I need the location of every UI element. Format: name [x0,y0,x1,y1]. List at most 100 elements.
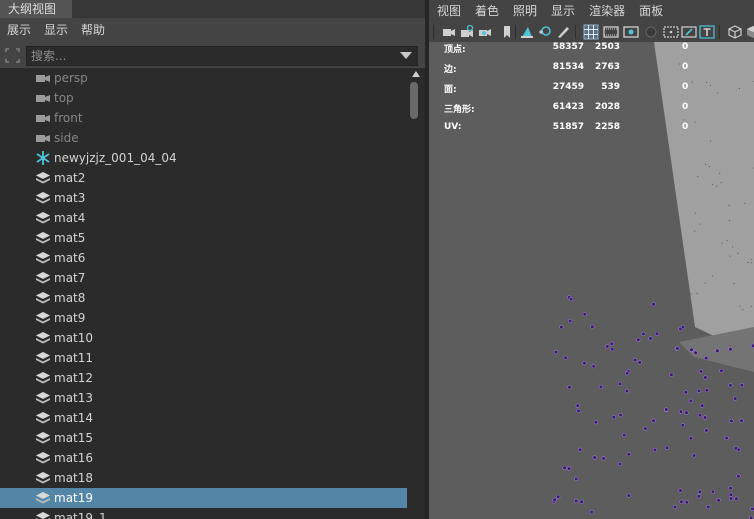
outliner-item[interactable]: mat8 [0,288,407,308]
scroll-up-arrow-icon[interactable] [412,71,420,77]
vertex-dot [697,413,703,418]
vertex-dot [664,407,669,412]
menu-panels[interactable]: 面板 [631,0,669,22]
outliner-item[interactable]: mat2 [0,168,407,188]
hud-row: 顶点: 58357 2503 0 [429,42,754,62]
outliner-item[interactable]: mat7 [0,268,407,288]
menu-show[interactable]: 显示 [37,18,74,42]
plane-speck [704,282,706,284]
scroll-thumb[interactable] [410,82,418,119]
outliner-tab[interactable]: 大纲视图 [0,0,72,18]
plane-speck [726,239,728,241]
pan-zoom-icon[interactable] [537,24,553,40]
outliner-item[interactable]: newyjzjz_001_04_04 [0,148,407,168]
outliner-item-label: mat13 [54,391,94,405]
outliner-item-label: mat4 [54,211,86,225]
safe-title-icon[interactable] [699,24,715,40]
outliner-item[interactable]: mat15 [0,428,407,448]
gate-mask-icon[interactable] [643,24,659,40]
hud-label: 边: [444,65,457,75]
outliner-item[interactable]: mat6 [0,248,407,268]
menu-display[interactable]: 展示 [0,18,37,42]
vertex-dot [680,423,685,428]
vertex-dot [678,488,683,493]
camera-icon[interactable] [441,24,457,40]
group-transform-icon [35,231,51,245]
safe-action-icon[interactable] [681,24,697,40]
outliner-item[interactable]: front [0,108,407,128]
outliner-item[interactable]: mat4 [0,208,407,228]
outliner-item[interactable]: mat3 [0,188,407,208]
plane-speck [728,220,730,222]
vertex-dot [579,499,584,504]
search-box [26,46,418,66]
grease-pencil-icon[interactable] [555,24,571,40]
bookmark-icon[interactable] [499,24,515,40]
film-gate-icon[interactable] [603,24,619,40]
wireframe-cube-icon[interactable] [727,24,743,40]
camera-lock-icon[interactable] [459,24,475,40]
outliner-item-label: mat16 [54,451,94,465]
menu-shading[interactable]: 着色 [467,0,505,22]
search-input[interactable] [31,47,391,65]
vertex-dot [728,383,733,388]
hud-value-component: 0 [682,62,689,72]
hud-row: 面: 27459 539 0 [429,82,754,102]
outliner-item[interactable]: mat10 [0,328,407,348]
vertex-dot [651,418,656,423]
resolution-gate-icon[interactable] [623,24,639,40]
search-row [0,44,425,68]
viewport-panel[interactable]: 视图 着色 照明 显示 渲染器 面板 顶点:5835725030边:8 [429,0,754,519]
menu-lighting[interactable]: 照明 [505,0,543,22]
outliner-item-label: mat7 [54,271,86,285]
outliner-item[interactable]: mat12 [0,368,407,388]
vertex-dot [724,435,729,441]
outliner-item[interactable]: top [0,88,407,108]
vertex-dot [568,318,573,324]
outliner-item[interactable]: mat19_1 [0,508,407,519]
vertex-dot [669,372,674,377]
vertex-dot [739,418,744,423]
outliner-item[interactable]: mat9 [0,308,407,328]
outliner-item-label: mat19 [54,491,94,505]
outliner-item-label: mat18 [54,471,94,485]
vertex-dot [589,510,594,515]
toolbar-separator [433,25,434,39]
outliner-item[interactable]: mat18 [0,468,407,488]
outliner-item[interactable]: mat19 [0,488,407,508]
outliner-item-label: mat11 [54,351,94,365]
menu-view[interactable]: 视图 [429,0,467,22]
hud-label: UV: [444,122,462,132]
hud-row: 三角形: 61423 2028 0 [429,102,754,122]
vertex-dot [591,364,596,369]
vertex-dot [715,348,720,353]
outliner-item[interactable]: mat14 [0,408,407,428]
shaded-cube-icon[interactable] [745,24,754,40]
outliner-item[interactable]: mat13 [0,388,407,408]
plane-speck [694,212,696,214]
outliner-item[interactable]: mat11 [0,348,407,368]
vertex-dot [698,369,704,374]
vertex-dot [567,466,572,471]
vertex-dot [683,390,688,395]
menu-help[interactable]: 帮助 [74,18,111,42]
poly-count-hud: 顶点: 58357 2503 0 边: 81534 2763 0 面: 27459 539 0 三角形:… [429,42,754,142]
image-plane-icon[interactable] [519,24,535,40]
outliner-item-label: persp [54,71,88,85]
grid-icon[interactable] [583,24,599,40]
outliner-item-label: mat6 [54,251,86,265]
camera-attributes-icon[interactable] [477,24,493,40]
vertex-dot [626,452,631,457]
outliner-item[interactable]: mat5 [0,228,407,248]
field-chart-icon[interactable] [663,24,679,40]
menu-show[interactable]: 显示 [543,0,581,22]
plane-speck [699,223,701,225]
outliner-scrollbar[interactable] [407,68,425,519]
menu-renderer[interactable]: 渲染器 [581,0,631,22]
filter-bracket-icon[interactable] [4,47,21,64]
plane-speck [732,246,734,248]
outliner-item[interactable]: persp [0,68,407,88]
outliner-item[interactable]: mat16 [0,448,407,468]
chevron-down-icon[interactable] [400,52,412,59]
outliner-item[interactable]: side [0,128,407,148]
